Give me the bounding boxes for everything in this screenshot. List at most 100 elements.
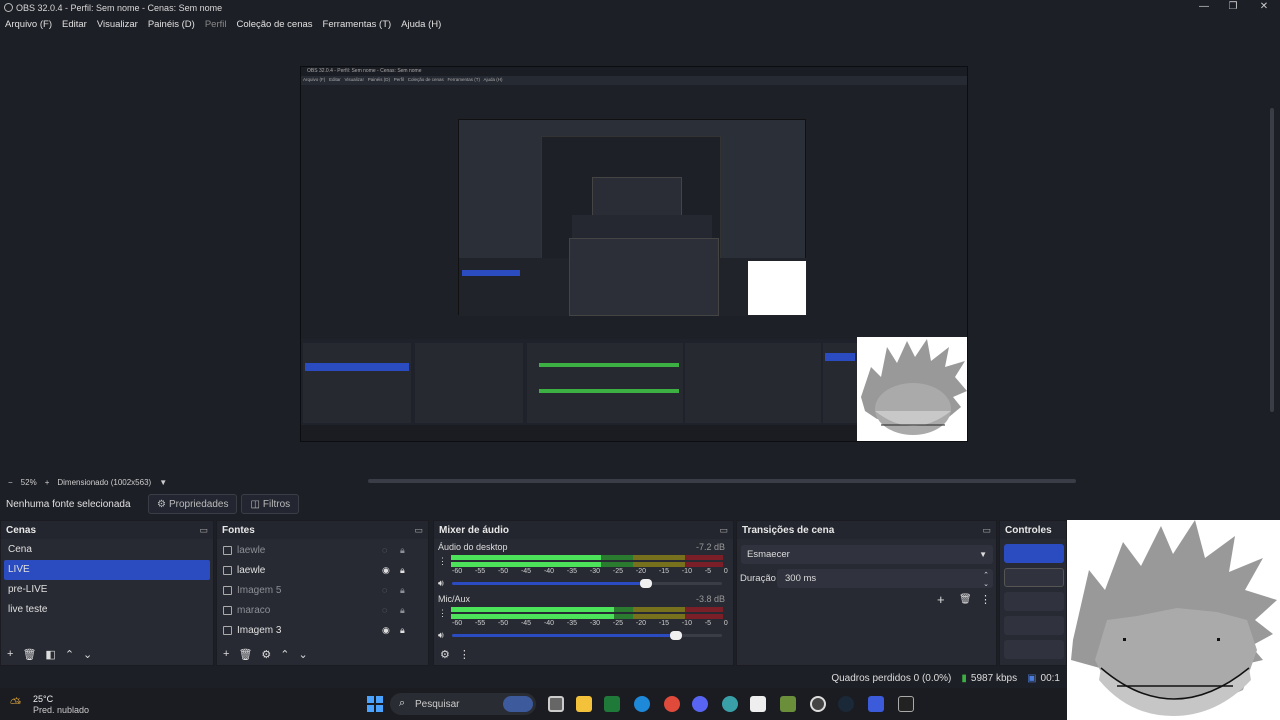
scene-item[interactable]: pre-LIVE: [1, 580, 213, 600]
menu-file[interactable]: Arquivo (F): [0, 19, 57, 30]
source-properties-button[interactable]: ⚙: [261, 648, 271, 661]
app-icon[interactable]: [868, 696, 884, 712]
filters-button[interactable]: ◫ Filtros: [241, 494, 300, 514]
menu-tools[interactable]: Ferramentas (T): [318, 19, 397, 30]
xbox-icon[interactable]: [604, 696, 620, 712]
dock-menu-icon[interactable]: ▭: [982, 525, 991, 536]
maximize-button[interactable]: ❐: [1218, 0, 1248, 15]
menu-scene-collection[interactable]: Coleção de cenas: [231, 19, 317, 30]
spin-down-icon[interactable]: ⌄: [983, 575, 989, 594]
preview-area[interactable]: OBS 32.0.4 - Perfil: Sem nome - Cenas: S…: [0, 34, 1280, 474]
image-icon: [223, 605, 232, 615]
source-item[interactable]: maraco ◌ 🔒︎: [217, 600, 428, 620]
lock-icon[interactable]: 🔒︎: [400, 565, 405, 576]
start-streaming-button[interactable]: [1004, 544, 1064, 563]
minecraft-icon[interactable]: [780, 696, 796, 712]
speaker-icon[interactable]: 🔊︎: [438, 630, 444, 641]
obs-icon[interactable]: [810, 696, 826, 712]
move-up-button[interactable]: ⌃: [65, 648, 74, 661]
channel-menu-icon[interactable]: ⋮: [438, 608, 447, 619]
zoom-out-button[interactable]: −: [8, 478, 13, 487]
studio-mode-button[interactable]: [1004, 616, 1064, 635]
dock-menu-icon[interactable]: ▭: [719, 525, 728, 536]
edge-icon[interactable]: [634, 696, 650, 712]
volume-slider[interactable]: [452, 631, 722, 640]
minimize-button[interactable]: —: [1189, 0, 1219, 15]
preview-horizontal-scrollbar[interactable]: [368, 479, 1076, 483]
scale-tick-label: -20: [635, 620, 646, 627]
menu-edit[interactable]: Editar: [57, 19, 92, 30]
eye-hidden-icon[interactable]: ◌: [382, 585, 387, 595]
source-item[interactable]: laewle ◌ 🔒︎: [217, 540, 428, 560]
add-source-button[interactable]: +: [223, 648, 229, 660]
scale-tick-label: -20: [635, 568, 646, 575]
source-item[interactable]: laewle ◉ 🔒︎: [217, 560, 428, 580]
move-down-button[interactable]: ⌄: [299, 648, 308, 661]
search-box[interactable]: ⌕ Pesquisar: [390, 693, 536, 715]
speaker-icon[interactable]: 🔊︎: [438, 578, 444, 589]
eye-icon[interactable]: ◉: [382, 625, 390, 636]
menu-profile[interactable]: Perfil: [200, 19, 232, 30]
preview-vertical-scrollbar[interactable]: [1270, 108, 1274, 412]
no-source-label: Nenhuma fonte selecionada: [6, 498, 131, 510]
mixer-menu-icon[interactable]: ⋮: [459, 648, 470, 661]
avatar-overlay: [1067, 520, 1280, 720]
scale-tick-label: 0: [723, 568, 728, 575]
scene-filters-button[interactable]: ◧: [45, 648, 55, 661]
menu-help[interactable]: Ajuda (H): [396, 19, 446, 30]
advanced-audio-icon[interactable]: ⚙: [440, 648, 450, 661]
scene-item[interactable]: Cena: [1, 540, 213, 560]
chevron-down-icon: ▼: [979, 550, 987, 559]
file-explorer-icon[interactable]: [576, 696, 592, 712]
properties-button[interactable]: ⚙ Propriedades: [148, 494, 238, 514]
menu-view[interactable]: Visualizar: [92, 19, 143, 30]
start-recording-button[interactable]: [1004, 568, 1064, 587]
audio-meter: [451, 614, 723, 619]
lock-icon[interactable]: 🔒︎: [400, 585, 405, 596]
chrome-icon[interactable]: [664, 696, 680, 712]
task-view-icon[interactable]: [548, 696, 564, 712]
volume-slider[interactable]: [452, 579, 722, 588]
settings-button[interactable]: [1004, 640, 1064, 659]
eye-hidden-icon[interactable]: ◌: [382, 605, 387, 615]
add-transition-button[interactable]: +: [937, 592, 945, 607]
transition-select[interactable]: Esmaecer ▼: [741, 545, 993, 564]
steam-icon[interactable]: [838, 696, 854, 712]
channel-menu-icon[interactable]: ⋮: [438, 556, 447, 567]
remove-transition-button[interactable]: 🗑: [959, 594, 972, 605]
close-button[interactable]: ✕: [1249, 0, 1279, 15]
eye-icon[interactable]: ◉: [382, 565, 390, 576]
virtual-camera-button[interactable]: [1004, 592, 1064, 611]
add-scene-button[interactable]: +: [7, 648, 13, 660]
lock-icon[interactable]: 🔒︎: [400, 605, 405, 616]
scale-tick-label: -35: [566, 568, 578, 575]
lock-icon[interactable]: 🔒︎: [400, 545, 405, 556]
transition-menu-icon[interactable]: ⋮: [980, 593, 991, 606]
scene-item-selected[interactable]: LIVE: [4, 560, 210, 580]
weather-desc: Pred. nublado: [33, 705, 90, 715]
move-down-button[interactable]: ⌄: [83, 648, 92, 661]
scene-item[interactable]: live teste: [1, 600, 213, 620]
app-icon[interactable]: [898, 696, 914, 712]
dock-menu-icon[interactable]: ▭: [414, 525, 423, 536]
nested-menu: Arquivo (F) Editar Visualizar Painéis (D…: [303, 77, 503, 82]
capcut-icon[interactable]: [750, 696, 766, 712]
remove-scene-button[interactable]: 🗑: [22, 648, 36, 661]
windows-start-icon[interactable]: [367, 696, 383, 712]
dock-menu-icon[interactable]: ▭: [199, 525, 208, 536]
source-item[interactable]: Imagem 3 ◉ 🔒︎: [217, 620, 428, 640]
eye-hidden-icon[interactable]: ◌: [382, 545, 387, 555]
scale-mode-select[interactable]: Dimensionado (1002x563): [57, 478, 151, 487]
discord-icon[interactable]: [692, 696, 708, 712]
chevron-down-icon[interactable]: ▼: [159, 478, 167, 487]
lock-icon[interactable]: 🔒︎: [400, 625, 405, 636]
zoom-in-button[interactable]: +: [45, 478, 50, 487]
scale-tick-label: -50: [497, 568, 509, 575]
move-up-button[interactable]: ⌃: [280, 648, 289, 661]
preview-canvas[interactable]: OBS 32.0.4 - Perfil: Sem nome - Cenas: S…: [300, 66, 968, 442]
duration-spinbox[interactable]: 300 ms ⌃ ⌄: [777, 569, 993, 588]
app-icon[interactable]: [722, 696, 738, 712]
menu-docks[interactable]: Painéis (D): [143, 19, 200, 30]
remove-source-button[interactable]: 🗑: [238, 648, 252, 661]
source-item[interactable]: Imagem 5 ◌ 🔒︎: [217, 580, 428, 600]
